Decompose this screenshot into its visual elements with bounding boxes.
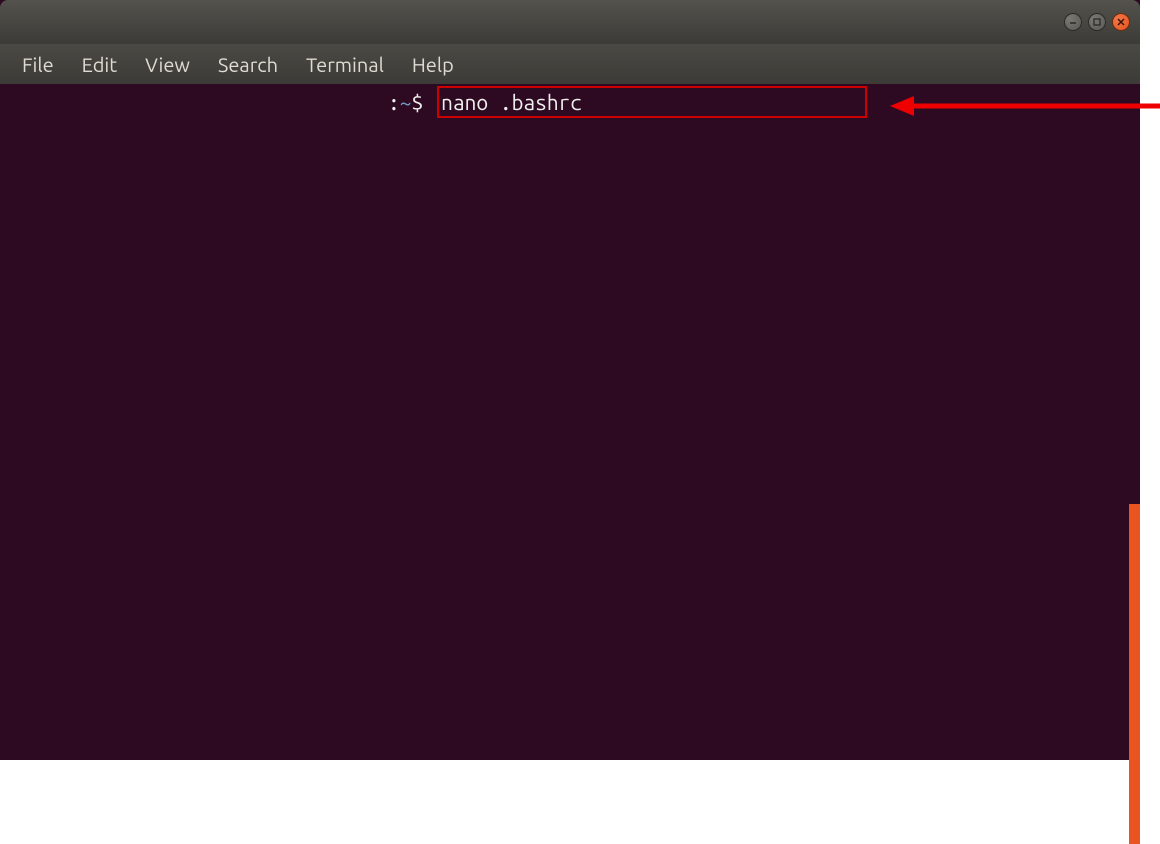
command-text: nano .bashrc [441,90,582,114]
prompt-line: :~$ nano .bashrc [8,86,1132,118]
menu-help[interactable]: Help [398,47,468,82]
menu-terminal[interactable]: Terminal [292,47,398,82]
close-icon [1116,17,1126,27]
maximize-icon [1092,17,1102,27]
titlebar[interactable] [0,0,1140,44]
menu-search[interactable]: Search [204,47,292,82]
prompt-prefix: : [8,88,400,116]
terminal-window: File Edit View Search Terminal Help :~$ … [0,0,1140,760]
close-button[interactable] [1112,13,1130,31]
maximize-button[interactable] [1088,13,1106,31]
menubar: File Edit View Search Terminal Help [0,44,1140,84]
menu-edit[interactable]: Edit [68,47,131,82]
menu-file[interactable]: File [8,47,68,82]
minimize-button[interactable] [1064,13,1082,31]
prompt-suffix: $ [412,88,436,116]
command-highlight-box: nano .bashrc [437,86,867,118]
menu-view[interactable]: View [131,47,204,82]
minimize-icon [1068,17,1078,27]
prompt-path: ~ [400,88,412,116]
terminal-body[interactable]: :~$ nano .bashrc [0,84,1140,760]
scrollbar[interactable] [1129,504,1140,844]
